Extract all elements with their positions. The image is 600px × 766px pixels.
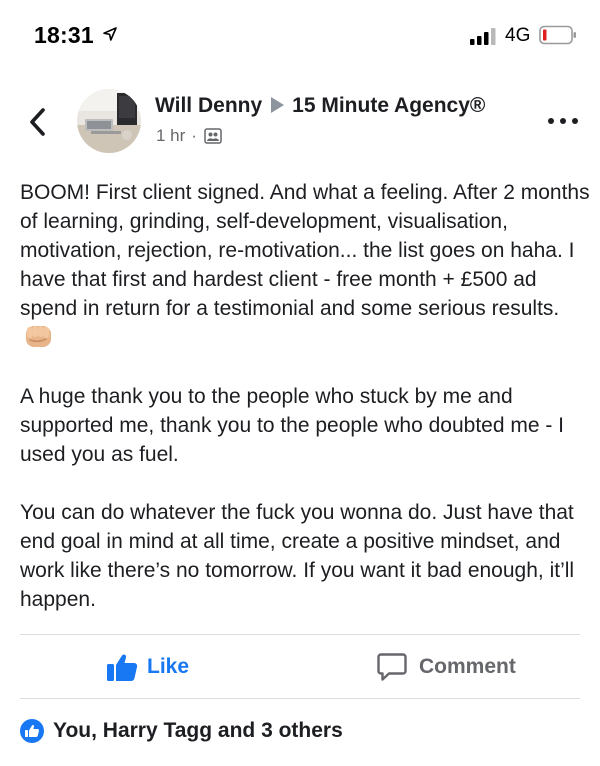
group-name[interactable]: 15 Minute Agency® <box>292 94 485 117</box>
comment-bubble-icon <box>377 653 407 681</box>
author-line: Will Denny 15 Minute Agency® <box>155 94 485 118</box>
fist-bump-emoji-icon <box>26 326 51 347</box>
status-time: 18:31 <box>34 22 94 48</box>
post-paragraph-text: BOOM! First client signed. And what a fe… <box>20 181 590 320</box>
post-meta: 1 hr · <box>156 126 222 146</box>
divider <box>20 698 580 699</box>
comment-label: Comment <box>419 655 516 678</box>
post-time[interactable]: 1 hr <box>156 126 185 146</box>
network-type: 4G <box>505 25 531 46</box>
comment-button[interactable]: Comment <box>377 650 516 684</box>
like-button[interactable]: Like <box>106 650 189 684</box>
post-paragraph: A huge thank you to the people who stuck… <box>20 385 565 466</box>
back-button[interactable] <box>24 104 52 140</box>
post-text: BOOM! First client signed. And what a fe… <box>20 178 590 614</box>
thumbs-up-icon <box>107 654 138 681</box>
more-dot <box>548 118 554 124</box>
like-reaction-icon <box>20 719 44 743</box>
cellular-signal-icon <box>470 28 496 45</box>
avatar-photo <box>77 89 141 153</box>
meta-separator: · <box>191 126 197 145</box>
reactions-summary[interactable]: You, Harry Tagg and 3 others <box>20 716 343 746</box>
battery-low-icon <box>539 25 576 45</box>
post-paragraph: BOOM! First client signed. And what a fe… <box>20 178 590 353</box>
more-dot <box>572 118 578 124</box>
status-bar: 18:31 4G <box>0 0 600 70</box>
divider <box>20 634 580 635</box>
more-dot <box>560 118 566 124</box>
post-paragraph: You can do whatever the fuck you wonna d… <box>20 501 575 611</box>
author-name[interactable]: Will Denny <box>155 94 262 117</box>
more-options-button[interactable] <box>548 113 578 129</box>
triangle-right-icon <box>271 97 285 113</box>
reactions-label: You, Harry Tagg and 3 others <box>53 719 343 742</box>
group-audience-icon <box>204 128 222 144</box>
like-label: Like <box>147 655 190 678</box>
author-avatar[interactable] <box>77 89 141 153</box>
location-arrow-icon <box>103 27 117 41</box>
